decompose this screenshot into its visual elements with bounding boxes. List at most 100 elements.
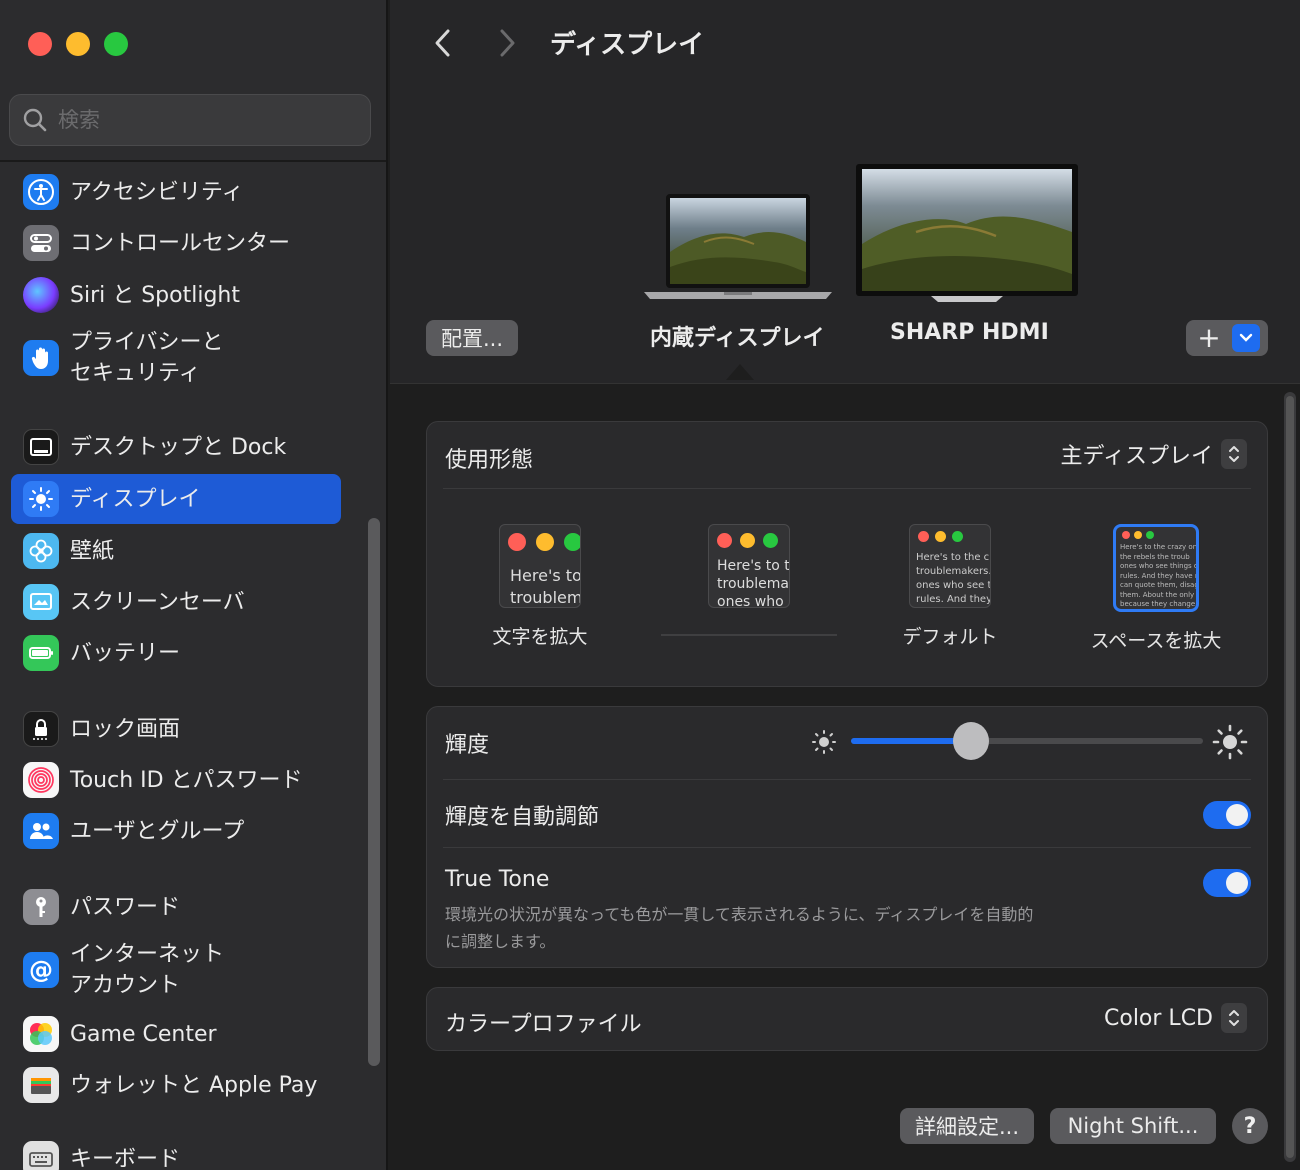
true-tone-toggle[interactable] bbox=[1203, 869, 1251, 897]
brightness-slider[interactable] bbox=[851, 722, 1203, 760]
control-center-icon bbox=[23, 225, 59, 261]
night-shift-button[interactable]: Night Shift... bbox=[1050, 1108, 1216, 1144]
sidebar-item-label: コントロールセンター bbox=[70, 230, 291, 256]
search-input[interactable] bbox=[58, 108, 338, 132]
mode-preview: Here's to the cr troublemakers. ones who… bbox=[909, 524, 991, 608]
mode-default[interactable]: Here's to the cr troublemakers. ones who… bbox=[865, 524, 1035, 649]
usage-popup[interactable]: 主ディスプレイ bbox=[1061, 438, 1247, 470]
mode-larger-text[interactable]: Here's to troublem 文字を拡大 bbox=[455, 524, 625, 649]
sidebar-item-label: スクリーンセーバ bbox=[70, 589, 245, 615]
advanced-settings-button[interactable]: 詳細設定... bbox=[900, 1108, 1034, 1144]
main-scrollbar[interactable] bbox=[1284, 392, 1296, 1162]
sidebar-item-label: ディスプレイ bbox=[70, 486, 201, 512]
sidebar-item-siri-spotlight[interactable]: Siri と Spotlight bbox=[11, 274, 341, 316]
sidebar-item-game-center[interactable]: Game Center bbox=[11, 1013, 341, 1055]
sidebar-item-control-center[interactable]: コントロールセンター bbox=[11, 222, 341, 264]
color-profile-popup[interactable]: Color LCD bbox=[1104, 1003, 1247, 1033]
preview-text: ones who see t bbox=[916, 580, 991, 591]
keyboard-icon bbox=[23, 1141, 59, 1170]
sidebar-item-privacy-security[interactable]: プライバシーと セキュリティ bbox=[11, 325, 341, 391]
users-icon bbox=[23, 813, 59, 849]
mode-slider-track bbox=[661, 634, 837, 636]
preview-text: troublem bbox=[510, 588, 581, 607]
sidebar-item-users-groups[interactable]: ユーザとグループ bbox=[11, 810, 341, 852]
row-divider bbox=[443, 488, 1251, 489]
preview-text: the rebels the troub bbox=[1120, 552, 1190, 561]
forward-button[interactable] bbox=[490, 26, 524, 60]
fingerprint-icon bbox=[23, 762, 59, 798]
sidebar-item-label: 壁紙 bbox=[70, 538, 115, 564]
auto-brightness-label: 輝度を自動調節 bbox=[445, 805, 600, 830]
sidebar-item-label: プライバシーと bbox=[70, 330, 224, 355]
sidebar-item-label: Touch ID とパスワード bbox=[70, 767, 303, 793]
battery-icon bbox=[23, 635, 59, 671]
mode-preview: Here's to troublem bbox=[499, 524, 581, 608]
usage-label: 使用形態 bbox=[445, 448, 534, 473]
scrollbar-thumb[interactable] bbox=[1286, 396, 1294, 1158]
sidebar-item-keyboard[interactable]: キーボード bbox=[11, 1138, 341, 1170]
sidebar-item-lock-screen[interactable]: ロック画面 bbox=[11, 708, 341, 750]
at-sign-icon: @ bbox=[23, 952, 59, 988]
color-profile-label: カラープロファイル bbox=[445, 1012, 642, 1037]
sidebar-item-passwords[interactable]: パスワード bbox=[11, 886, 341, 928]
sidebar-item-label-line2: アカウント bbox=[70, 973, 181, 998]
mode-intermediate[interactable]: Here's to t troublema ones who bbox=[659, 524, 839, 636]
sidebar-item-label: Game Center bbox=[70, 1021, 217, 1047]
sidebar-item-displays[interactable]: ディスプレイ bbox=[11, 474, 341, 524]
display-brightness-icon bbox=[23, 481, 59, 517]
zoom-window-button[interactable] bbox=[104, 32, 128, 56]
builtin-display-label[interactable]: 内蔵ディスプレイ bbox=[650, 320, 824, 352]
usage-panel: 使用形態 主ディスプレイ Here's to troublem 文字を拡大 He… bbox=[426, 421, 1268, 687]
preview-text: Here's to bbox=[510, 566, 581, 585]
updown-chevron-icon bbox=[1221, 1003, 1247, 1033]
main-content: ディスプレイ 配置... 内蔵ディスプレイ SHARP HDMI + 使用形態 … bbox=[390, 0, 1300, 1170]
sidebar-item-touch-id[interactable]: Touch ID とパスワード bbox=[11, 759, 341, 801]
true-tone-description: 環境光の状況が異なっても色が一貫して表示されるように、ディスプレイを自動的 に調… bbox=[445, 901, 1033, 955]
desktop-dock-icon bbox=[23, 429, 59, 465]
brightness-label: 輝度 bbox=[445, 733, 490, 758]
arrange-button[interactable]: 配置... bbox=[426, 320, 518, 356]
true-tone-label: True Tone bbox=[445, 867, 550, 892]
external-display-thumbnail[interactable] bbox=[856, 164, 1078, 302]
auto-brightness-toggle[interactable] bbox=[1203, 801, 1251, 829]
external-display-label[interactable]: SHARP HDMI bbox=[890, 320, 1049, 345]
page-title: ディスプレイ bbox=[550, 30, 705, 60]
preview-text: rules. And they bbox=[916, 594, 991, 605]
add-display-button[interactable]: + bbox=[1186, 320, 1232, 356]
preview-text: because they change t bbox=[1120, 600, 1199, 608]
description-line: に調整します。 bbox=[445, 932, 556, 951]
preview-text: ones who see things dif bbox=[1120, 562, 1199, 570]
sidebar-item-battery[interactable]: バッテリー bbox=[11, 632, 341, 674]
slider-knob[interactable] bbox=[952, 722, 989, 760]
mode-label: デフォルト bbox=[902, 626, 998, 648]
mode-preview: Here's to the crazy one the rebels the t… bbox=[1113, 524, 1199, 612]
color-profile-value: Color LCD bbox=[1104, 1005, 1213, 1031]
sidebar: アクセシビリティ コントロールセンター Siri と Spotlight プライ… bbox=[0, 0, 388, 1170]
sidebar-item-label-line2: セキュリティ bbox=[70, 361, 201, 386]
builtin-display-thumbnail[interactable] bbox=[644, 192, 832, 304]
search-field[interactable] bbox=[9, 94, 371, 146]
add-display-dropdown[interactable] bbox=[1232, 324, 1260, 352]
sidebar-item-desktop-dock[interactable]: デスクトップと Dock bbox=[11, 426, 341, 468]
siri-icon bbox=[23, 277, 59, 313]
sidebar-item-accessibility[interactable]: アクセシビリティ bbox=[11, 171, 341, 213]
mode-more-space[interactable]: Here's to the crazy one the rebels the t… bbox=[1071, 524, 1241, 653]
sidebar-item-screensaver[interactable]: スクリーンセーバ bbox=[11, 581, 341, 623]
sidebar-scrollbar[interactable] bbox=[368, 518, 380, 1066]
back-button[interactable] bbox=[426, 26, 460, 60]
chevron-down-icon bbox=[1239, 333, 1253, 342]
laptop-display-image bbox=[644, 194, 832, 299]
close-window-button[interactable] bbox=[28, 32, 52, 56]
add-display-control[interactable]: + bbox=[1186, 320, 1268, 356]
sidebar-item-internet-accounts[interactable]: @ インターネット アカウント bbox=[11, 937, 341, 1003]
usage-value: 主ディスプレイ bbox=[1060, 444, 1213, 469]
preview-text: can quote them, disagr bbox=[1120, 581, 1199, 589]
sidebar-item-label: キーボード bbox=[70, 1146, 181, 1170]
help-button[interactable]: ? bbox=[1232, 1108, 1268, 1144]
sidebar-item-wallet[interactable]: ウォレットと Apple Pay bbox=[11, 1064, 341, 1106]
sidebar-item-wallpaper[interactable]: 壁紙 bbox=[11, 530, 341, 572]
preview-text: Here's to t bbox=[717, 558, 790, 574]
sidebar-item-label: ロック画面 bbox=[70, 716, 181, 742]
minimize-window-button[interactable] bbox=[66, 32, 90, 56]
sidebar-item-label: インターネット bbox=[70, 942, 225, 967]
